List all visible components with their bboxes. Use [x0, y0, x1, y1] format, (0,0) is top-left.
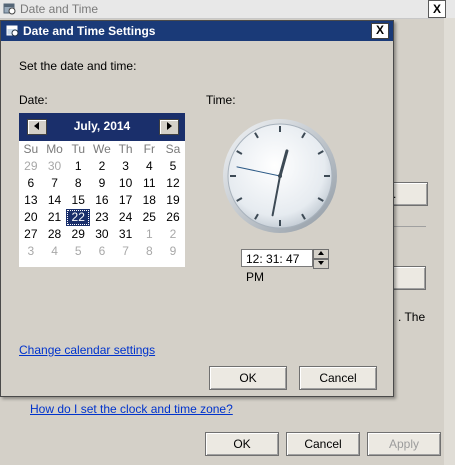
arrow-left-icon	[34, 122, 39, 130]
time-label: Time:	[206, 93, 236, 107]
calendar-day[interactable]: 16	[90, 192, 114, 209]
calendar-week-row: 3456789	[19, 243, 185, 260]
calendar-clock-icon	[6, 24, 19, 37]
next-month-button[interactable]	[159, 119, 179, 135]
parent-side-panel	[444, 18, 455, 465]
dialog-ok-button[interactable]: OK	[209, 366, 287, 390]
calendar-month-label[interactable]: July, 2014	[49, 119, 155, 133]
calendar-grid: Su Mo Tu We Th Fr Sa 29 30 1 2 3 4 5 6 7 8 9 10 11 12 13 14 15 1…	[19, 141, 185, 260]
calendar-day[interactable]: 14	[43, 192, 67, 209]
parent-ok-button[interactable]: OK	[205, 432, 279, 456]
date-label: Date:	[19, 93, 48, 107]
calendar-week-row: 27 28 29 30 31 1 2	[19, 226, 185, 243]
calendar-clock-icon	[3, 2, 16, 15]
calendar-day[interactable]: 2	[90, 158, 114, 175]
weekday-label: Tu	[71, 142, 85, 156]
calendar-day[interactable]: 7	[114, 243, 138, 260]
calendar-day[interactable]: 20	[19, 209, 43, 226]
previous-month-button[interactable]	[27, 119, 47, 135]
calendar-day[interactable]: 2	[161, 226, 185, 243]
calendar-day[interactable]: 23	[90, 209, 114, 226]
parent-titlebar: Date and Time X	[0, 0, 455, 19]
calendar-day[interactable]: 27	[19, 226, 43, 243]
time-input[interactable]: 12: 31: 47 PM	[241, 249, 313, 284]
parent-info-text: . The	[398, 310, 426, 324]
calendar-day[interactable]: 3	[114, 158, 138, 175]
parent-cancel-button[interactable]: Cancel	[286, 432, 360, 456]
time-spinner	[313, 249, 329, 269]
calendar-day[interactable]: 29	[66, 226, 90, 243]
calendar-day[interactable]: 21	[43, 209, 67, 226]
calendar-day[interactable]: 30	[90, 226, 114, 243]
dialog-titlebar: Date and Time Settings X	[1, 21, 393, 41]
dialog-title: Date and Time Settings	[23, 24, 156, 38]
calendar-day[interactable]: 1	[137, 226, 161, 243]
parent-close-button[interactable]: X	[428, 0, 446, 18]
weekday-label: Th	[118, 142, 133, 156]
weekday-label: Sa	[165, 142, 181, 156]
calendar-day[interactable]: 29	[19, 158, 43, 175]
calendar-day[interactable]: 8	[137, 243, 161, 260]
arrow-right-icon	[167, 122, 172, 130]
calendar-day-selected[interactable]: 22	[66, 209, 91, 226]
calendar-day[interactable]: 25	[137, 209, 161, 226]
calendar-day[interactable]: 10	[114, 175, 138, 192]
calendar-day[interactable]: 30	[43, 158, 67, 175]
weekday-label: Mo	[46, 142, 63, 156]
clock-center	[278, 174, 282, 178]
calendar-day[interactable]: 5	[161, 158, 185, 175]
calendar-day[interactable]: 6	[19, 175, 43, 192]
parent-apply-button[interactable]: Apply	[367, 432, 441, 456]
weekday-header-row: Su Mo Tu We Th Fr Sa	[19, 141, 185, 158]
calendar-day[interactable]: 28	[43, 226, 67, 243]
calendar-day[interactable]: 9	[161, 243, 185, 260]
change-calendar-settings-link[interactable]: Change calendar settings	[19, 343, 155, 357]
calendar-day[interactable]: 24	[114, 209, 138, 226]
instruction-text: Set the date and time:	[19, 59, 137, 73]
calendar-day[interactable]: 6	[90, 243, 114, 260]
calendar-day[interactable]: 15	[66, 192, 90, 209]
calendar-day[interactable]: 8	[66, 175, 90, 192]
calendar-day[interactable]: 1	[66, 158, 90, 175]
calendar-day[interactable]: 4	[43, 243, 67, 260]
parent-title: Date and Time	[20, 2, 99, 16]
calendar-day[interactable]: 19	[161, 192, 185, 209]
analog-clock	[223, 119, 337, 233]
calendar-day[interactable]: 18	[137, 192, 161, 209]
divider	[392, 226, 426, 227]
help-link[interactable]: How do I set the clock and time zone?	[30, 402, 233, 416]
arrow-up-icon	[318, 251, 324, 255]
weekday-label: We	[93, 142, 111, 156]
calendar-day[interactable]: 11	[137, 175, 161, 192]
time-down-button[interactable]	[313, 259, 329, 269]
dialog-close-button[interactable]: X	[371, 23, 389, 39]
calendar-day[interactable]: 26	[161, 209, 185, 226]
calendar-day[interactable]: 4	[137, 158, 161, 175]
calendar-day[interactable]: 9	[90, 175, 114, 192]
weekday-label: Su	[23, 142, 39, 156]
calendar-day[interactable]: 5	[66, 243, 90, 260]
calendar: July, 2014 Su Mo Tu We Th Fr Sa 29 30 1 2 3 4 5 6 7 8 9 10…	[19, 113, 185, 267]
weekday-label: Fr	[143, 142, 155, 156]
calendar-day[interactable]: 31	[114, 226, 138, 243]
calendar-week-row: 6 7 8 9 10 11 12	[19, 175, 185, 192]
dialog-cancel-button[interactable]: Cancel	[299, 366, 377, 390]
calendar-day[interactable]: 13	[19, 192, 43, 209]
calendar-day[interactable]: 7	[43, 175, 67, 192]
calendar-day[interactable]: 17	[114, 192, 138, 209]
date-time-settings-dialog: Date and Time Settings X Set the date an…	[0, 20, 394, 397]
calendar-day[interactable]: 3	[19, 243, 43, 260]
calendar-day[interactable]: 12	[161, 175, 185, 192]
calendar-week-row: 20 21 22 23 24 25 26	[19, 209, 185, 226]
arrow-down-icon	[318, 261, 324, 265]
time-up-button[interactable]	[313, 249, 329, 259]
calendar-week-row: 13 14 15 16 17 18 19	[19, 192, 185, 209]
calendar-header: July, 2014	[19, 113, 185, 141]
calendar-week-row: 29 30 1 2 3 4 5	[19, 158, 185, 175]
